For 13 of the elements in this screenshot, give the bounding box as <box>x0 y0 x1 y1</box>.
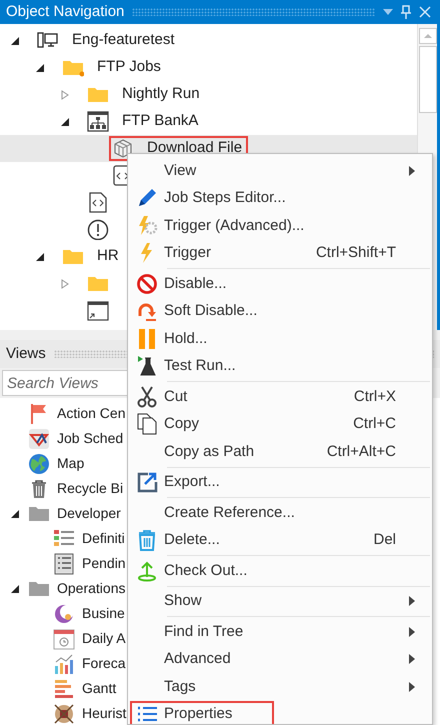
shortcut-label: Ctrl+X <box>352 386 396 406</box>
shortcut-label: Del <box>372 530 396 550</box>
shortcut-label: Ctrl+C <box>352 414 396 434</box>
panel-title: Object Navigation <box>6 2 124 22</box>
shortcut-label: Ctrl+Shift+T <box>314 243 396 263</box>
tree-item-label: FTP BankA <box>122 111 198 132</box>
tree-item-label: HR <box>97 246 119 266</box>
tree-item-label: Download File <box>147 138 242 158</box>
tree-item-label: Nightly Run <box>122 84 200 104</box>
panel-title: Views <box>6 344 46 364</box>
tree-item-label: Eng-featuretest <box>72 30 175 50</box>
tree-item-label: FTP Jobs <box>97 57 161 78</box>
shortcut-label: Ctrl+Alt+C <box>326 442 396 462</box>
